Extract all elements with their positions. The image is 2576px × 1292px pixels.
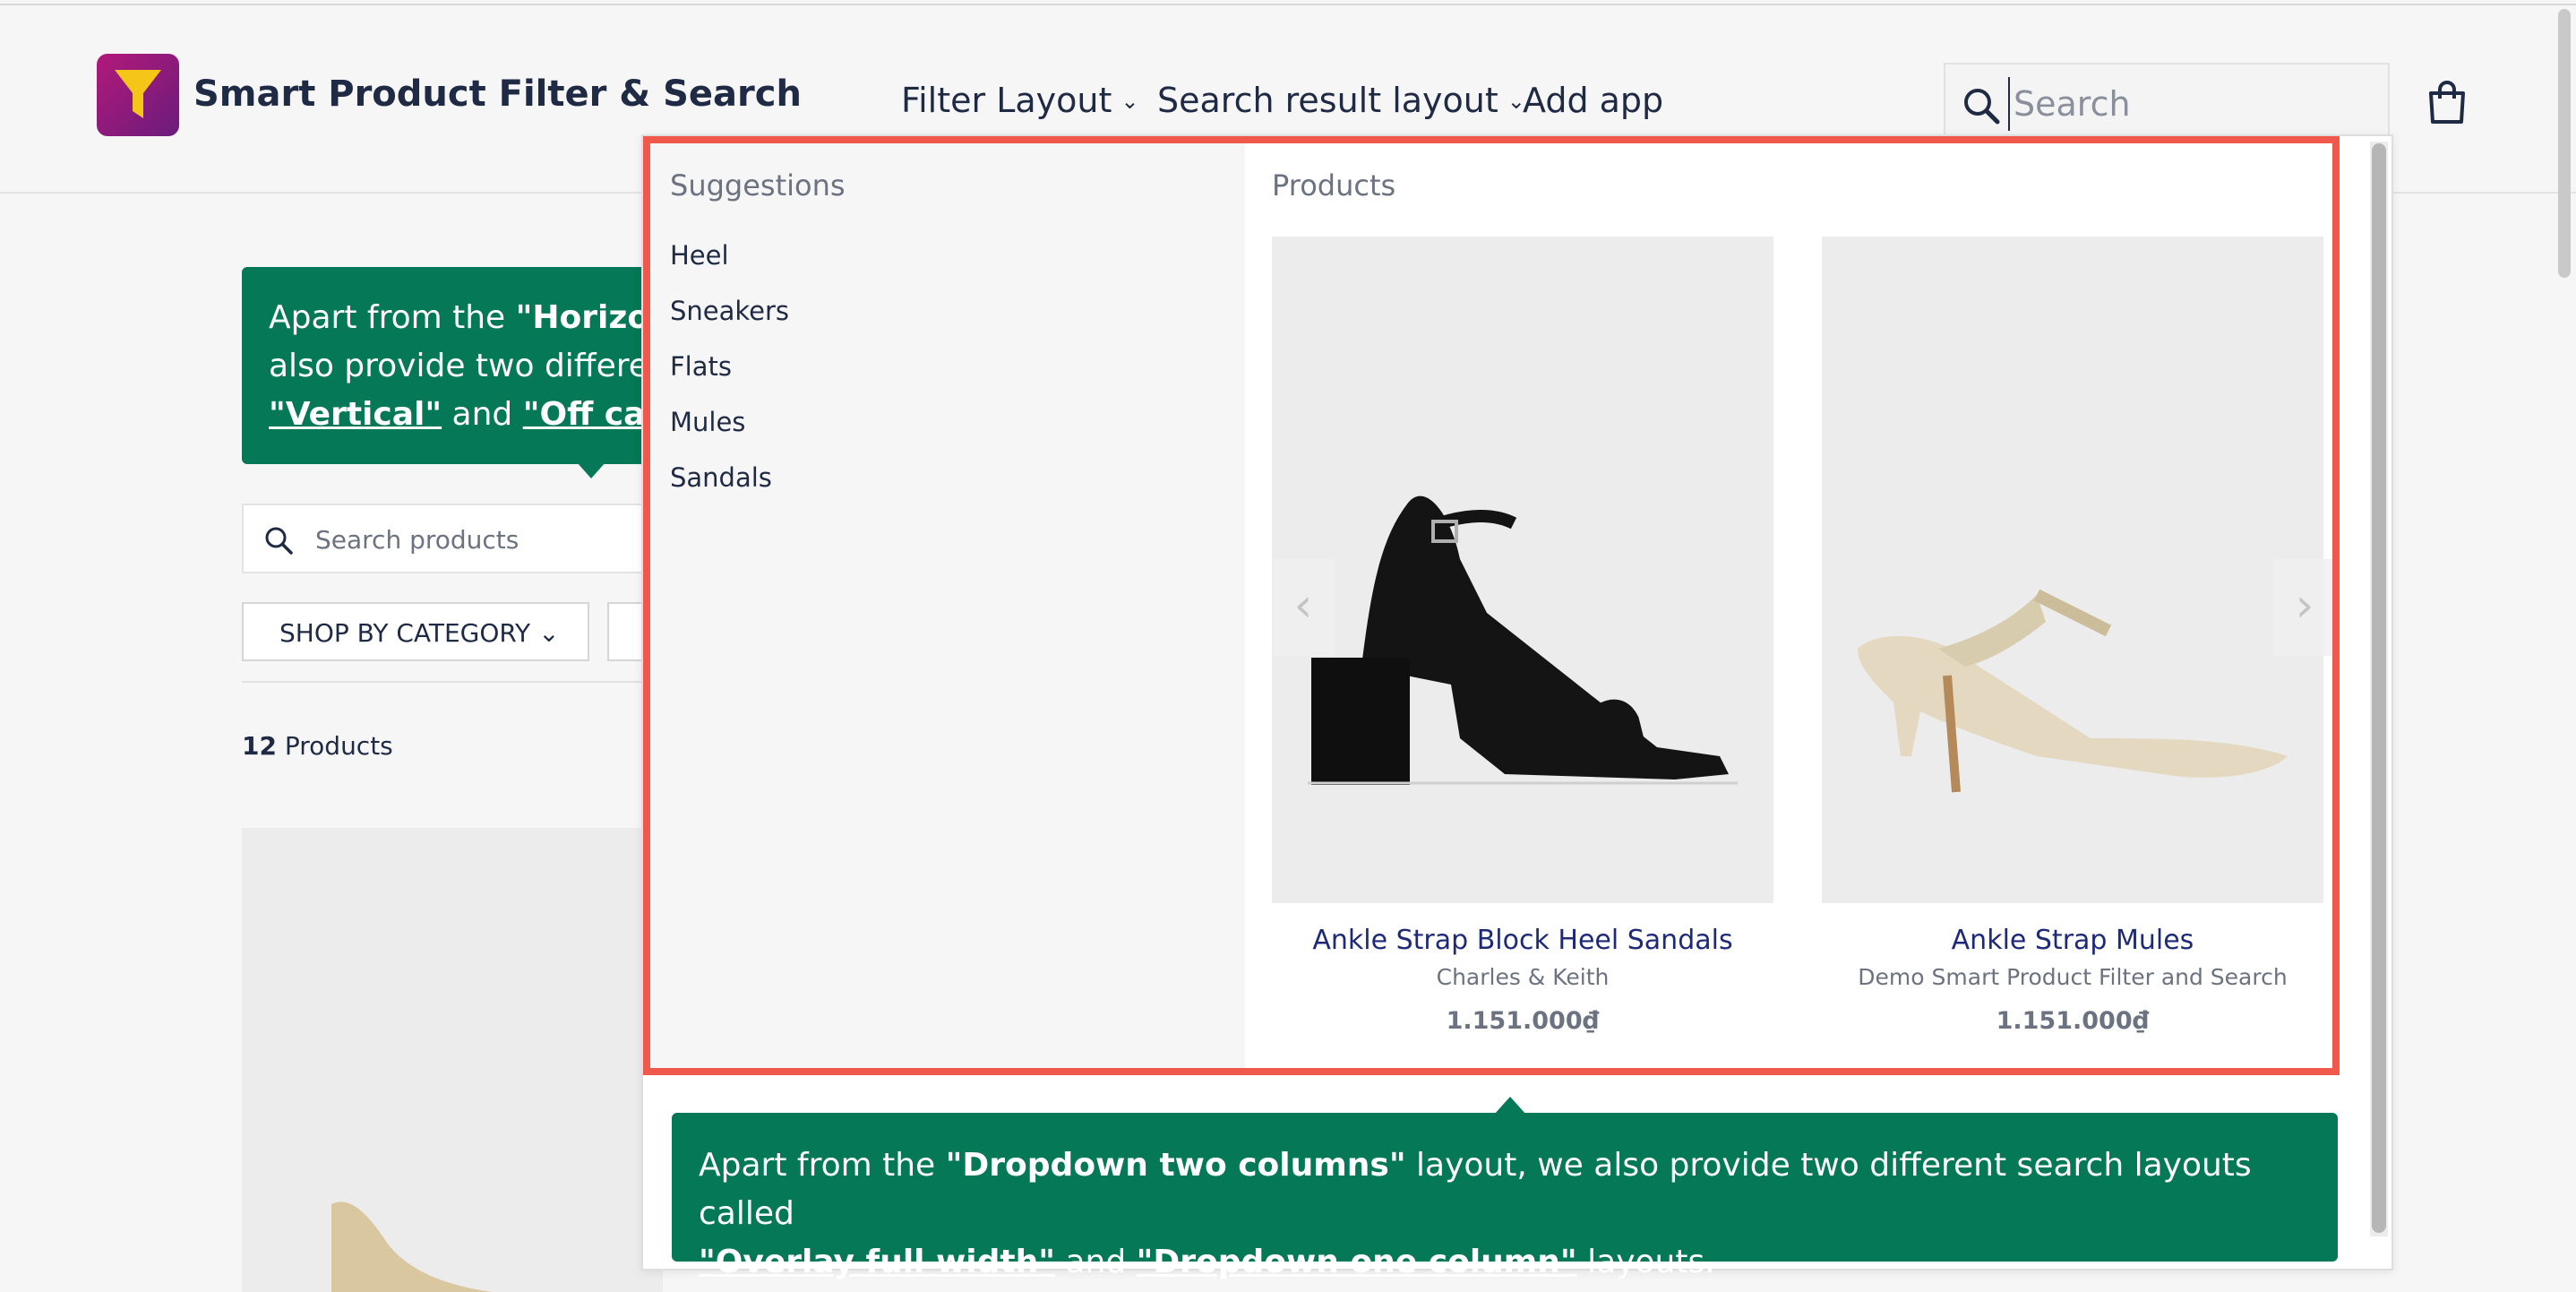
tip-and-text: and — [442, 396, 523, 433]
cart-button[interactable] — [2427, 81, 2467, 127]
shop-by-category-button[interactable]: SHOP BY CATEGORY ⌄ — [242, 602, 589, 661]
tip-text: Apart from the — [699, 1147, 946, 1184]
tip-link-dropdown-one-column[interactable]: "Dropdown one column" — [1137, 1244, 1577, 1280]
nav-add-app[interactable]: Add app — [1523, 81, 1663, 120]
shopping-bag-icon — [2429, 81, 2465, 124]
header-search[interactable] — [1944, 63, 2390, 143]
tip-suffix-text: layouts. — [1576, 1244, 1715, 1280]
product-card-background[interactable] — [242, 828, 663, 1292]
filter-layout-tip: Apart from the "Horizont also provide tw… — [242, 267, 708, 464]
nav-filter-layout-label: Filter Layout — [901, 81, 1112, 120]
nav-search-result-layout-label: Search result layout — [1157, 81, 1498, 120]
nav-search-result-layout[interactable]: Search result layout ⌄ — [1157, 81, 1525, 120]
nav-filter-layout[interactable]: Filter Layout ⌄ — [901, 81, 1138, 120]
shoe-image — [331, 1202, 493, 1292]
page-scrollbar[interactable] — [2558, 9, 2571, 278]
nav-add-app-label: Add app — [1523, 81, 1664, 120]
product-search[interactable]: Search products — [242, 504, 663, 573]
tip-link-vertical[interactable]: "Vertical" — [269, 396, 442, 433]
brand-name[interactable]: Smart Product Filter & Search — [193, 73, 802, 115]
tip-bold-text: "Dropdown two columns" — [945, 1147, 1406, 1184]
chevron-down-icon: ⌄ — [1121, 89, 1139, 114]
tip-pointer — [577, 462, 605, 478]
header-search-input[interactable] — [2008, 77, 2375, 131]
funnel-icon — [115, 70, 161, 118]
tip-and-text: and — [1055, 1244, 1137, 1280]
app-logo[interactable] — [97, 54, 179, 136]
search-layout-tip: Apart from the "Dropdown two columns" la… — [672, 1113, 2338, 1280]
tip-link-overlay-full-width[interactable]: "Overlay full width" — [699, 1244, 1055, 1280]
search-icon — [265, 527, 293, 555]
tip-text-line2: also provide two differen — [269, 348, 669, 384]
product-count: 12 Products — [242, 731, 393, 761]
product-count-label: Products — [276, 731, 393, 761]
divider — [242, 681, 663, 683]
tip-pointer — [1494, 1097, 1526, 1115]
product-count-number: 12 — [242, 731, 277, 761]
dropdown-scrollbar-thumb[interactable] — [2372, 143, 2386, 1233]
search-icon — [1964, 89, 2000, 125]
tip-text: Apart from the — [269, 299, 516, 336]
highlight-frame — [643, 136, 2340, 1075]
product-search-placeholder: Search products — [315, 525, 519, 555]
